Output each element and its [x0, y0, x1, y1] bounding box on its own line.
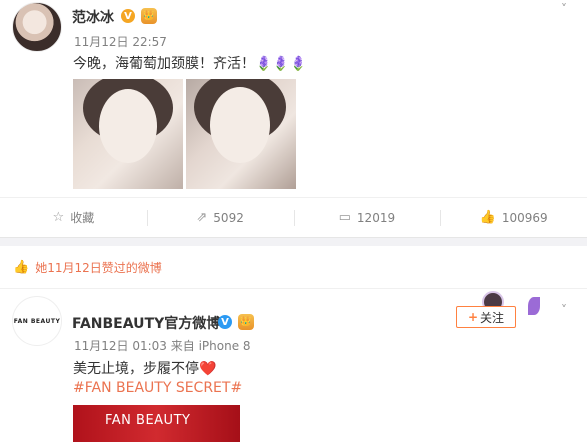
brand-avatar[interactable]: FAN BEAUTY: [12, 296, 62, 346]
post-image-1[interactable]: [73, 79, 183, 189]
verified-badge-icon: V: [218, 315, 232, 329]
post-text: 今晚，海葡萄加颈膜！齐活！🪻🪻🪻: [73, 56, 308, 72]
hashtag-link[interactable]: #FAN BEAUTY SECRET#: [73, 380, 242, 396]
post-image-promo[interactable]: FAN BEAUTY: [73, 405, 240, 442]
post-action-bar: ☆ 收藏 ⇗ 5092 ▭ 12019 👍 100969: [0, 197, 587, 237]
liked-banner: 👍 她11月12日赞过的微博: [0, 247, 587, 289]
brand-avatar-text: FAN BEAUTY: [13, 317, 61, 325]
thumb-up-icon: 👍: [13, 260, 30, 275]
verified-badge-icon: V: [121, 9, 135, 23]
member-medal-icon[interactable]: 👑: [238, 314, 254, 330]
chevron-down-icon[interactable]: ˅: [561, 303, 573, 317]
star-icon: ☆: [52, 210, 65, 225]
repost-button[interactable]: ⇗ 5092: [146, 198, 294, 237]
post-timestamp[interactable]: 11月12日 22:57: [74, 33, 167, 50]
favorite-label: 收藏: [70, 211, 95, 225]
follow-button[interactable]: + 关注: [456, 306, 516, 328]
post-image-2[interactable]: [186, 79, 296, 189]
comment-count: 12019: [356, 210, 396, 225]
comment-button[interactable]: ▭ 12019: [293, 198, 441, 237]
username[interactable]: FANBEAUTY官方微博: [72, 313, 220, 333]
like-count: 100969: [501, 210, 548, 225]
like-button[interactable]: 👍 100969: [440, 198, 587, 237]
post-meta[interactable]: 11月12日 01:03 来自 iPhone 8: [74, 337, 251, 354]
thumb-up-icon: 👍: [479, 210, 496, 225]
feed-separator: [0, 237, 587, 246]
plus-icon: +: [467, 310, 479, 324]
promo-text: FAN BEAUTY: [105, 413, 191, 428]
liked-banner-text: 她11月12日赞过的微博: [35, 261, 162, 275]
comment-icon: ▭: [338, 210, 351, 225]
user-avatar[interactable]: [12, 2, 62, 52]
username[interactable]: 范冰冰: [72, 7, 114, 27]
favorite-button[interactable]: ☆ 收藏: [0, 198, 147, 237]
post-card-1: 范冰冰 V 👑 ˅ 11月12日 22:57 今晚，海葡萄加颈膜！齐活！🪻🪻🪻 …: [0, 0, 587, 237]
member-medal-icon[interactable]: 👑: [141, 8, 157, 24]
repost-count: 5092: [213, 210, 244, 225]
post-text: 美无止境，步履不停❤️: [73, 361, 217, 377]
follow-label: 关注: [480, 310, 505, 325]
chevron-down-icon[interactable]: ˅: [561, 2, 573, 16]
repost-icon: ⇗: [196, 210, 208, 225]
